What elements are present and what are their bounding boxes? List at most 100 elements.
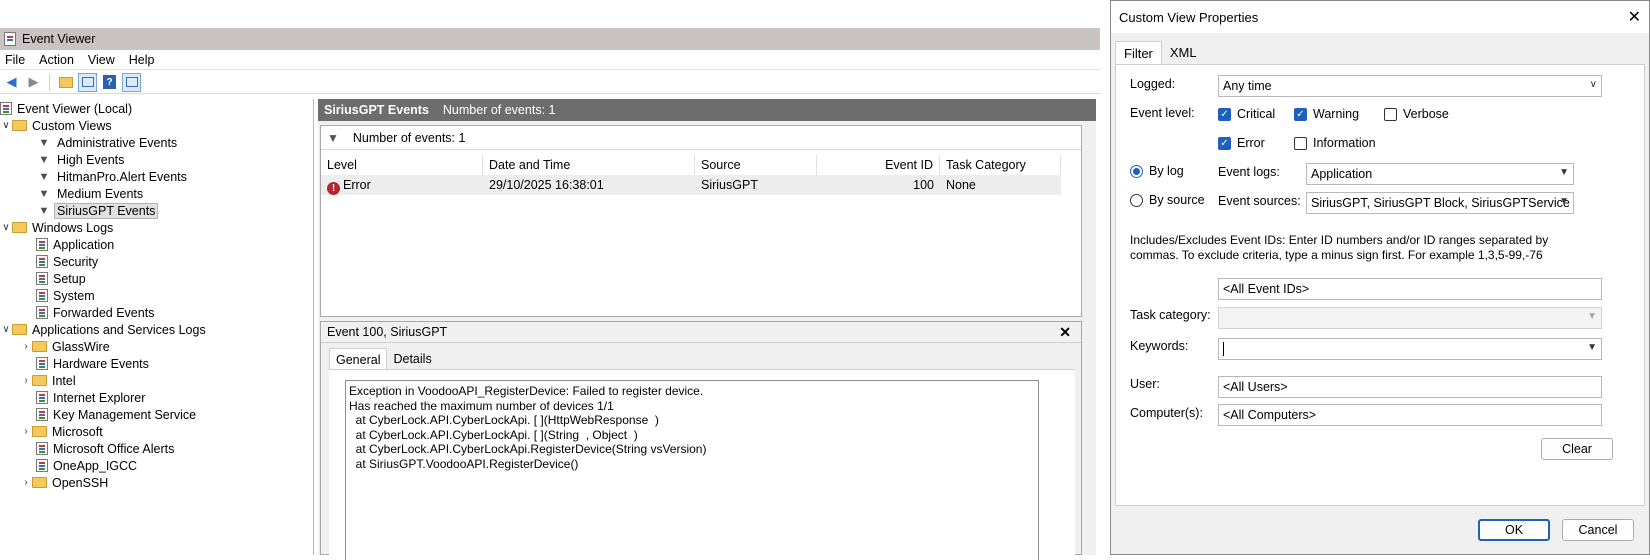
tree-root-label: Event Viewer (Local) bbox=[17, 101, 133, 116]
table-row[interactable]: ! Error 29/10/2025 16:38:01 SiriusGPT 100… bbox=[321, 175, 1061, 195]
toolbar-separator bbox=[49, 73, 50, 91]
close-icon[interactable]: ✕ bbox=[1059, 324, 1071, 341]
keywords-select[interactable]: ▼ bbox=[1218, 338, 1602, 360]
warning-checkbox[interactable]: ✓ Warning bbox=[1294, 107, 1359, 121]
cell-datetime: 29/10/2025 16:38:01 bbox=[489, 178, 604, 192]
tree-custom-views[interactable]: ∨ Custom Views bbox=[0, 117, 114, 134]
tree-item-system[interactable]: System bbox=[36, 287, 97, 304]
event-sources-select[interactable]: SiriusGPT, SiriusGPT Block, SiriusGPTSer… bbox=[1306, 192, 1574, 214]
information-label: Information bbox=[1313, 136, 1376, 150]
expand-icon[interactable]: › bbox=[20, 426, 32, 437]
tree-item-high-events[interactable]: ▼ High Events bbox=[36, 151, 126, 168]
by-log-radio[interactable]: By log bbox=[1130, 164, 1184, 178]
tree-apps-services-logs[interactable]: ∨ Applications and Services Logs bbox=[0, 321, 208, 338]
expand-icon[interactable]: › bbox=[20, 477, 32, 488]
tree-item-forwarded-events[interactable]: Forwarded Events bbox=[36, 304, 156, 321]
expand-icon[interactable]: › bbox=[20, 375, 32, 386]
log-icon bbox=[36, 272, 48, 285]
event-detail-pane: Event 100, SiriusGPT ✕ General Details E… bbox=[320, 321, 1082, 560]
critical-checkbox[interactable]: ✓ Critical bbox=[1218, 107, 1275, 121]
filter-panel: Logged: Any time ∨ Event level: ✓ Critica… bbox=[1115, 64, 1645, 506]
column-source[interactable]: Source bbox=[695, 155, 817, 175]
critical-label: Critical bbox=[1237, 107, 1276, 121]
log-icon bbox=[36, 238, 48, 251]
information-checkbox[interactable]: Information bbox=[1294, 136, 1376, 150]
toolbar: ◀ ▶ ? bbox=[0, 71, 1100, 94]
tree-item-glasswire[interactable]: › GlassWire bbox=[20, 338, 112, 355]
cell-source: SiriusGPT bbox=[701, 178, 758, 192]
folder-icon bbox=[12, 222, 27, 233]
tab-xml[interactable]: XML bbox=[1162, 41, 1205, 65]
expand-icon[interactable]: › bbox=[20, 341, 32, 352]
collapse-icon[interactable]: ∨ bbox=[0, 324, 12, 335]
tree-item-hitmanpro-events[interactable]: ▼ HitmanPro.Alert Events bbox=[36, 168, 189, 185]
event-description[interactable]: Exception in VoodooAPI_RegisterDevice: F… bbox=[345, 380, 1039, 560]
chevron-down-icon: ▼ bbox=[1559, 167, 1569, 178]
tree-item-security[interactable]: Security bbox=[36, 253, 100, 270]
close-icon[interactable]: ✕ bbox=[1628, 7, 1641, 27]
column-event-id[interactable]: Event ID bbox=[817, 155, 940, 175]
filter-icon: ▼ bbox=[38, 136, 50, 149]
cancel-button[interactable]: Cancel bbox=[1562, 519, 1634, 541]
by-source-radio[interactable]: By source bbox=[1130, 193, 1205, 207]
show-hide-action-icon[interactable] bbox=[122, 72, 141, 92]
tree-item-microsoft-office-alerts[interactable]: Microsoft Office Alerts bbox=[36, 440, 176, 457]
column-task-category[interactable]: Task Category bbox=[940, 155, 1061, 175]
dialog-tabs: Filter XML bbox=[1115, 41, 1205, 65]
event-sources-value: SiriusGPT, SiriusGPT Block, SiriusGPTSer… bbox=[1311, 196, 1570, 210]
tree-item-intel[interactable]: › Intel bbox=[20, 372, 78, 389]
task-category-label: Task category: bbox=[1130, 308, 1211, 322]
menu-view[interactable]: View bbox=[83, 53, 124, 67]
event-logs-value: Application bbox=[1311, 167, 1373, 181]
tree-label: Medium Events bbox=[57, 186, 144, 201]
tree-windows-logs[interactable]: ∨ Windows Logs bbox=[0, 219, 115, 236]
show-hide-tree-icon[interactable] bbox=[78, 72, 97, 92]
verbose-checkbox[interactable]: Verbose bbox=[1384, 107, 1449, 121]
collapse-icon[interactable]: ∨ bbox=[0, 222, 12, 233]
logged-select[interactable]: Any time ∨ bbox=[1218, 75, 1602, 97]
column-level[interactable]: Level bbox=[321, 155, 483, 175]
up-folder-icon[interactable] bbox=[56, 73, 75, 92]
tree-item-internet-explorer[interactable]: Internet Explorer bbox=[36, 389, 147, 406]
tree-item-medium-events[interactable]: ▼ Medium Events bbox=[36, 185, 145, 202]
clear-button[interactable]: Clear bbox=[1541, 438, 1613, 460]
warning-label: Warning bbox=[1313, 107, 1360, 121]
logged-value: Any time bbox=[1223, 79, 1272, 93]
folder-icon bbox=[32, 375, 47, 386]
tab-details[interactable]: Details bbox=[387, 348, 437, 371]
tree-label: Microsoft Office Alerts bbox=[53, 441, 175, 456]
tree-item-key-management-service[interactable]: Key Management Service bbox=[36, 406, 198, 423]
collapse-icon[interactable]: ∨ bbox=[0, 120, 12, 131]
tree-label: Forwarded Events bbox=[53, 305, 155, 320]
ok-button[interactable]: OK bbox=[1478, 519, 1550, 541]
event-logs-select[interactable]: Application ▼ bbox=[1306, 163, 1574, 185]
tree-item-oneapp-igcc[interactable]: OneApp_IGCC bbox=[36, 457, 139, 474]
event-ids-input[interactable]: <All Event IDs> bbox=[1218, 278, 1602, 300]
tab-general[interactable]: General bbox=[329, 348, 388, 371]
tab-filter[interactable]: Filter bbox=[1115, 41, 1162, 65]
tree-item-application[interactable]: Application bbox=[36, 236, 116, 253]
filter-icon: ▼ bbox=[38, 187, 50, 200]
computers-input[interactable]: <All Computers> bbox=[1218, 404, 1602, 426]
tree-item-microsoft[interactable]: › Microsoft bbox=[20, 423, 105, 440]
column-date-time[interactable]: Date and Time bbox=[483, 155, 695, 175]
tree-item-setup[interactable]: Setup bbox=[36, 270, 88, 287]
back-icon[interactable]: ◀ bbox=[2, 73, 21, 92]
log-icon bbox=[36, 357, 48, 370]
cell-level: ! Error bbox=[321, 175, 483, 195]
menu-action[interactable]: Action bbox=[34, 53, 83, 67]
tree-root[interactable]: Event Viewer (Local) bbox=[0, 100, 134, 117]
menu-help[interactable]: Help bbox=[124, 53, 164, 67]
tree-item-administrative-events[interactable]: ▼ Administrative Events bbox=[36, 134, 179, 151]
menu-file[interactable]: File bbox=[0, 53, 34, 67]
tree-item-openssh[interactable]: › OpenSSH bbox=[20, 474, 110, 491]
error-checkbox[interactable]: ✓ Error bbox=[1218, 136, 1265, 150]
tree-item-hardware-events[interactable]: Hardware Events bbox=[36, 355, 151, 372]
forward-icon[interactable]: ▶ bbox=[24, 73, 43, 92]
help-icon[interactable]: ? bbox=[100, 73, 119, 92]
tree-item-siriusgpt-events[interactable]: ▼ SiriusGPT Events bbox=[36, 202, 159, 219]
view-header: SiriusGPT Events Number of events: 1 bbox=[318, 99, 1096, 121]
event-logs-label: Event logs: bbox=[1218, 165, 1280, 179]
tree-label: Hardware Events bbox=[53, 356, 149, 371]
user-input[interactable]: <All Users> bbox=[1218, 376, 1602, 398]
